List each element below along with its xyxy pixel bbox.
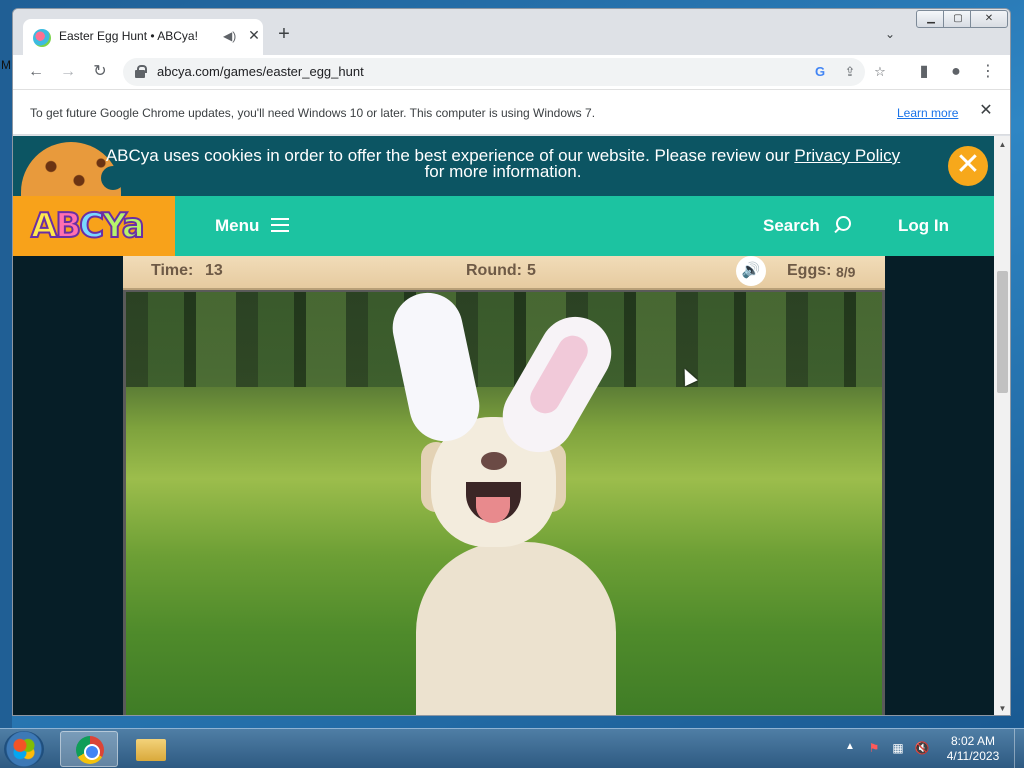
taskbar-chrome[interactable] xyxy=(60,731,118,767)
clock-time: 8:02 AM xyxy=(950,734,996,748)
address-bar[interactable]: abcya.com/games/easter_egg_hunt G ⇪ ☆ xyxy=(123,58,886,86)
search-button[interactable]: Search xyxy=(763,216,820,236)
eggs-label: Eggs: xyxy=(787,262,832,279)
system-clock[interactable]: 8:02 AM 4/11/2023 xyxy=(938,734,1008,764)
login-button[interactable]: Log In xyxy=(898,216,949,236)
explorer-icon xyxy=(136,739,166,761)
chrome-window: Easter Egg Hunt • ABCya! ◀) ✕ + ⌄ ▁ ▢ ✕ … xyxy=(12,8,1011,716)
scroll-down-icon[interactable]: ▼ xyxy=(994,700,1010,715)
cookie-message: ABCya uses cookies in order to offer the… xyxy=(83,146,923,181)
scroll-up-icon[interactable]: ▲ xyxy=(994,136,1010,153)
desktop-edge xyxy=(0,0,12,728)
cookie-text-after: for more information. xyxy=(424,162,582,181)
search-icon[interactable] xyxy=(833,216,851,234)
game-scene-image[interactable] xyxy=(126,292,882,715)
new-tab-button[interactable]: + xyxy=(273,24,295,46)
show-desktop-button[interactable] xyxy=(1014,729,1024,768)
volume-muted-icon[interactable]: 🔇 xyxy=(914,740,930,756)
start-button[interactable] xyxy=(4,731,44,767)
sound-icon[interactable]: 🔊 xyxy=(736,256,766,286)
clock-date: 4/11/2023 xyxy=(946,749,1000,763)
round-label: Round: xyxy=(466,262,522,279)
dog-body xyxy=(416,542,616,715)
scroll-thumb[interactable] xyxy=(997,271,1008,393)
dog-nose xyxy=(481,452,507,470)
privacy-policy-link[interactable]: Privacy Policy xyxy=(794,146,900,165)
speaker-icon[interactable]: ◀) xyxy=(223,27,239,45)
taskbar: ▲ ⚑ ▦ 🔇 8:02 AM 4/11/2023 xyxy=(0,728,1024,768)
tray-expand-icon[interactable]: ▲ xyxy=(845,741,855,752)
maximize-button[interactable]: ▢ xyxy=(943,10,973,28)
site-nav: ABCYa Menu Search Log In xyxy=(13,196,994,256)
network-icon[interactable]: ▦ xyxy=(890,740,906,756)
infobar-close-icon[interactable]: ✕ xyxy=(977,102,995,120)
star-icon[interactable]: ☆ xyxy=(871,63,889,81)
infobar-message: To get future Google Chrome updates, you… xyxy=(30,106,596,120)
learn-more-link[interactable]: Learn more xyxy=(897,106,958,120)
abcya-favicon-icon xyxy=(33,29,51,47)
desktop-icon-label[interactable]: M xyxy=(1,58,11,72)
google-icon[interactable]: G xyxy=(811,63,829,81)
page-viewport: ABCya uses cookies in order to offer the… xyxy=(13,136,994,715)
minimize-button[interactable]: ▁ xyxy=(916,10,946,28)
tab-strip: Easter Egg Hunt • ABCya! ◀) ✕ + ⌄ ▁ ▢ ✕ xyxy=(13,9,1010,55)
tab-easter-egg-hunt[interactable]: Easter Egg Hunt • ABCya! ◀) ✕ xyxy=(23,19,263,55)
url-text[interactable]: abcya.com/games/easter_egg_hunt xyxy=(157,64,364,79)
chevron-down-icon[interactable]: ⌄ xyxy=(885,27,901,43)
game-status-bar: Time: 13 Round: 5 🔊 Eggs: 8/9 xyxy=(123,256,885,290)
menu-icon[interactable]: ⋮ xyxy=(977,61,999,83)
profile-icon[interactable]: ● xyxy=(945,61,967,83)
update-infobar: To get future Google Chrome updates, you… xyxy=(13,89,1010,135)
cookie-banner: ABCya uses cookies in order to offer the… xyxy=(13,136,994,212)
round-value: 5 xyxy=(527,262,536,279)
time-label: Time: xyxy=(151,262,194,279)
page-scrollbar[interactable]: ▲ ▼ xyxy=(994,136,1010,715)
abcya-logo[interactable]: ABCYa xyxy=(13,196,175,256)
tab-title: Easter Egg Hunt • ABCya! xyxy=(59,29,198,43)
lock-icon[interactable] xyxy=(135,65,147,78)
background-trees xyxy=(126,292,882,387)
hamburger-icon[interactable] xyxy=(271,218,289,232)
cookie-close-button[interactable]: ✕ xyxy=(948,146,988,186)
tab-close-icon[interactable]: ✕ xyxy=(245,25,263,45)
time-value: 13 xyxy=(205,262,223,279)
browser-toolbar: ← → ↻ abcya.com/games/easter_egg_hunt G … xyxy=(13,55,1010,89)
logo-text: ABCYa xyxy=(30,205,146,247)
forward-arrow-icon[interactable]: → xyxy=(57,61,79,83)
eggs-value: 8/9 xyxy=(836,264,856,280)
share-icon[interactable]: ⇪ xyxy=(841,63,859,81)
reload-icon[interactable]: ↻ xyxy=(89,61,111,83)
game-frame[interactable]: Time: 13 Round: 5 🔊 Eggs: 8/9 xyxy=(123,256,885,715)
side-panel-icon[interactable]: ▮ xyxy=(913,61,935,83)
flag-icon[interactable]: ⚑ xyxy=(866,740,882,756)
taskbar-explorer[interactable] xyxy=(122,731,180,767)
back-arrow-icon[interactable]: ← xyxy=(25,61,47,83)
chrome-icon xyxy=(76,736,104,764)
menu-button[interactable]: Menu xyxy=(215,216,259,236)
close-window-button[interactable]: ✕ xyxy=(970,10,1008,28)
